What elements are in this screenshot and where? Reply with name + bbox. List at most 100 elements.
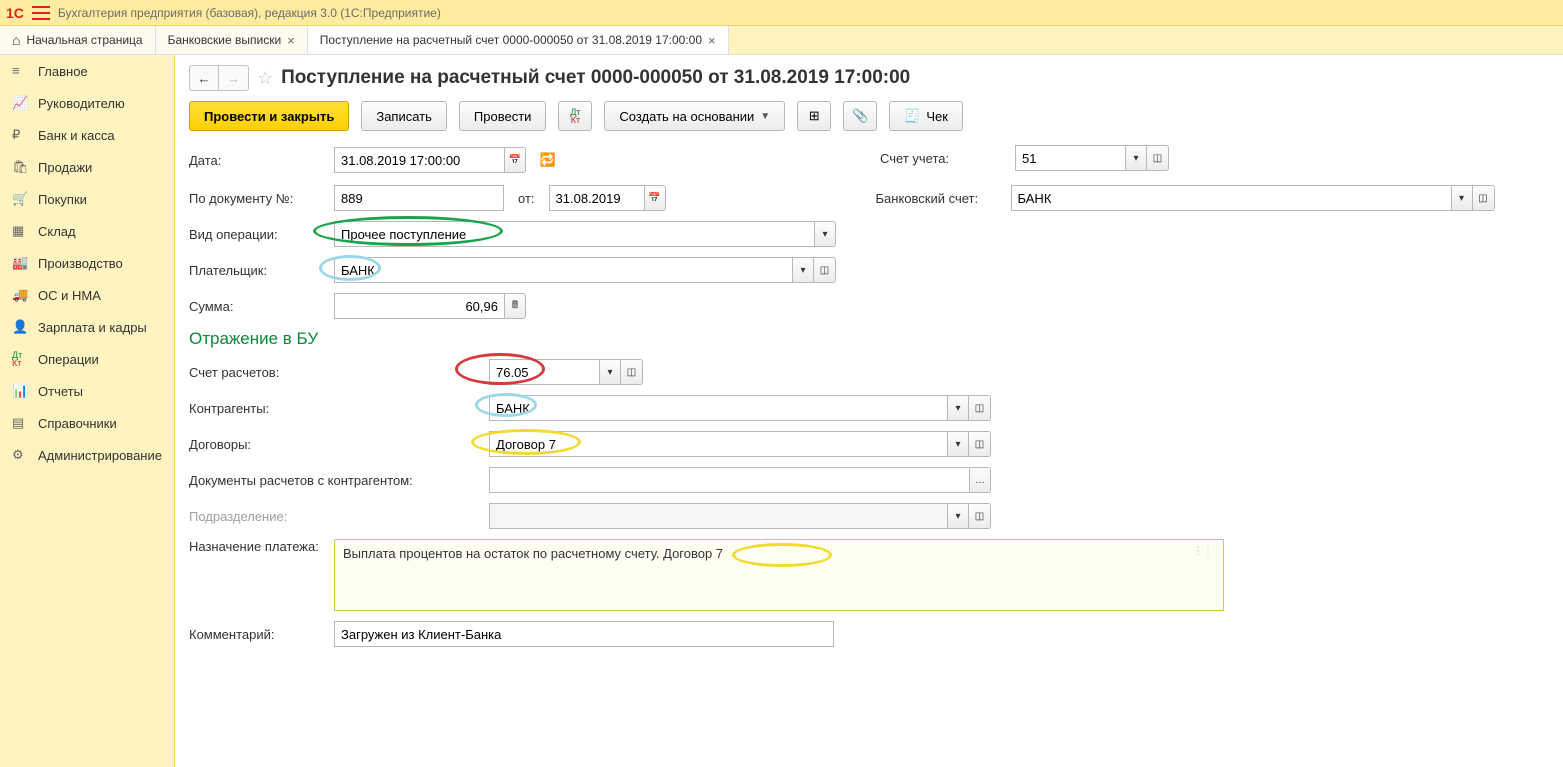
department-field[interactable]: ▾ ◫ (489, 503, 991, 529)
dtkt-button[interactable]: ДтКт (558, 101, 592, 131)
settlement-docs-field[interactable]: … (489, 467, 991, 493)
more-icon[interactable]: … (969, 467, 991, 493)
counterparty-input[interactable] (489, 395, 947, 421)
sidebar-item-warehouse[interactable]: ▦ Склад (0, 215, 174, 247)
open-icon[interactable]: ◫ (621, 359, 643, 385)
bank-account-field[interactable]: ▾ ◫ (1011, 185, 1495, 211)
settlement-docs-input[interactable] (489, 467, 969, 493)
sidebar-item-production[interactable]: 🏭 Производство (0, 247, 174, 279)
cart-icon: 🛒 (12, 191, 28, 207)
sidebar-item-assets[interactable]: 🚚 ОС и НМА (0, 279, 174, 311)
tab-document[interactable]: Поступление на расчетный счет 0000-00005… (308, 26, 729, 54)
date-field[interactable]: 📅 (334, 147, 526, 173)
refresh-icon[interactable]: 🔁 (536, 145, 560, 175)
open-icon[interactable]: ◫ (814, 257, 836, 283)
sidebar-item-hr[interactable]: 👤 Зарплата и кадры (0, 311, 174, 343)
chevron-down-icon[interactable]: ▾ (947, 503, 969, 529)
contract-input[interactable] (489, 431, 947, 457)
sidebar-item-operations[interactable]: ДтКт Операции (0, 343, 174, 375)
chevron-down-icon[interactable]: ▾ (947, 431, 969, 457)
sum-field[interactable]: 🖩 (334, 293, 526, 319)
structure-button[interactable]: ⊞ (797, 101, 831, 131)
chevron-down-icon[interactable]: ▾ (1125, 145, 1147, 171)
boxes-icon: ▦ (12, 223, 28, 239)
sidebar-item-main[interactable]: ≡ Главное (0, 55, 174, 87)
chevron-down-icon[interactable]: ▾ (947, 395, 969, 421)
label-from: от: (518, 191, 535, 206)
calendar-icon[interactable]: 📅 (504, 147, 526, 173)
open-icon[interactable]: ◫ (969, 503, 991, 529)
docdate-field[interactable]: 📅 (549, 185, 666, 211)
label-sum: Сумма: (189, 299, 324, 314)
account-input[interactable] (1015, 145, 1125, 171)
tab-home[interactable]: ⌂ Начальная страница (0, 26, 156, 54)
account-field[interactable]: ▾ ◫ (1015, 145, 1169, 171)
settlement-account-field[interactable]: ▾ ◫ (489, 359, 643, 385)
sidebar-item-label: Продажи (38, 160, 92, 175)
chevron-down-icon[interactable]: ▾ (792, 257, 814, 283)
list-icon: ≡ (12, 63, 28, 79)
chevron-down-icon[interactable]: ▾ (814, 221, 836, 247)
person-icon: 👤 (12, 319, 28, 335)
comment-input[interactable] (334, 621, 834, 647)
label-contract: Договоры: (189, 437, 479, 452)
close-icon[interactable]: × (708, 33, 716, 48)
label-comment: Комментарий: (189, 627, 324, 642)
open-icon[interactable]: ◫ (969, 395, 991, 421)
attach-button[interactable]: 📎 (843, 101, 877, 131)
counterparty-field[interactable]: ▾ ◫ (489, 395, 991, 421)
save-button[interactable]: Записать (361, 101, 447, 131)
receipt-icon: 🧾 (904, 108, 920, 124)
date-input[interactable] (334, 147, 504, 173)
calculator-icon[interactable]: 🖩 (504, 293, 526, 319)
sidebar-item-label: Справочники (38, 416, 117, 431)
settlement-account-input[interactable] (489, 359, 599, 385)
drag-handle-icon[interactable]: ⋮⋮ (1193, 546, 1213, 557)
gear-icon: ⚙ (12, 447, 28, 463)
doc-header: ← → ☆ Поступление на расчетный счет 0000… (175, 55, 1563, 97)
open-icon[interactable]: ◫ (1147, 145, 1169, 171)
sidebar-item-manager[interactable]: 📈 Руководителю (0, 87, 174, 119)
bank-account-input[interactable] (1011, 185, 1451, 211)
doc-title: Поступление на расчетный счет 0000-00005… (281, 67, 910, 89)
post-and-close-button[interactable]: Провести и закрыть (189, 101, 349, 131)
sidebar-item-purchases[interactable]: 🛒 Покупки (0, 183, 174, 215)
chevron-down-icon[interactable]: ▾ (599, 359, 621, 385)
nav-back-button[interactable]: ← (189, 65, 219, 91)
sum-input[interactable] (334, 293, 504, 319)
sidebar-item-label: Главное (38, 64, 88, 79)
create-based-button[interactable]: Создать на основании▼ (604, 101, 785, 131)
payer-input[interactable] (334, 257, 792, 283)
sidebar-item-catalogs[interactable]: ▤ Справочники (0, 407, 174, 439)
label-settlement-docs: Документы расчетов с контрагентом: (189, 473, 479, 488)
docnum-input[interactable] (334, 185, 504, 211)
calendar-icon[interactable]: 📅 (644, 185, 666, 211)
nav-forward-button[interactable]: → (219, 65, 249, 91)
purpose-field[interactable]: Выплата процентов на остаток по расчетно… (334, 539, 1224, 611)
sidebar-item-admin[interactable]: ⚙ Администрирование (0, 439, 174, 471)
sidebar-item-reports[interactable]: 📊 Отчеты (0, 375, 174, 407)
op-type-field[interactable]: ▾ (334, 221, 836, 247)
docdate-input[interactable] (549, 185, 644, 211)
chevron-down-icon[interactable]: ▾ (1451, 185, 1473, 211)
ruble-icon: ₽ (12, 127, 28, 143)
label-settlement-account: Счет расчетов: (189, 365, 479, 380)
tab-label: Поступление на расчетный счет 0000-00005… (320, 33, 702, 47)
open-icon[interactable]: ◫ (1473, 185, 1495, 211)
book-icon: ▤ (12, 415, 28, 431)
contract-field[interactable]: ▾ ◫ (489, 431, 991, 457)
paperclip-icon: 📎 (852, 108, 868, 124)
sidebar-item-label: ОС и НМА (38, 288, 101, 303)
menu-icon[interactable] (32, 6, 50, 20)
favorite-icon[interactable]: ☆ (257, 68, 273, 89)
close-icon[interactable]: × (287, 33, 295, 48)
sidebar-item-bank[interactable]: ₽ Банк и касса (0, 119, 174, 151)
tab-bank-statements[interactable]: Банковские выписки × (156, 26, 308, 54)
receipt-button[interactable]: 🧾Чек (889, 101, 963, 131)
toolbar: Провести и закрыть Записать Провести ДтК… (175, 97, 1563, 143)
sidebar-item-sales[interactable]: 🛍 Продажи (0, 151, 174, 183)
post-button[interactable]: Провести (459, 101, 547, 131)
payer-field[interactable]: ▾ ◫ (334, 257, 836, 283)
op-type-input[interactable] (334, 221, 814, 247)
open-icon[interactable]: ◫ (969, 431, 991, 457)
